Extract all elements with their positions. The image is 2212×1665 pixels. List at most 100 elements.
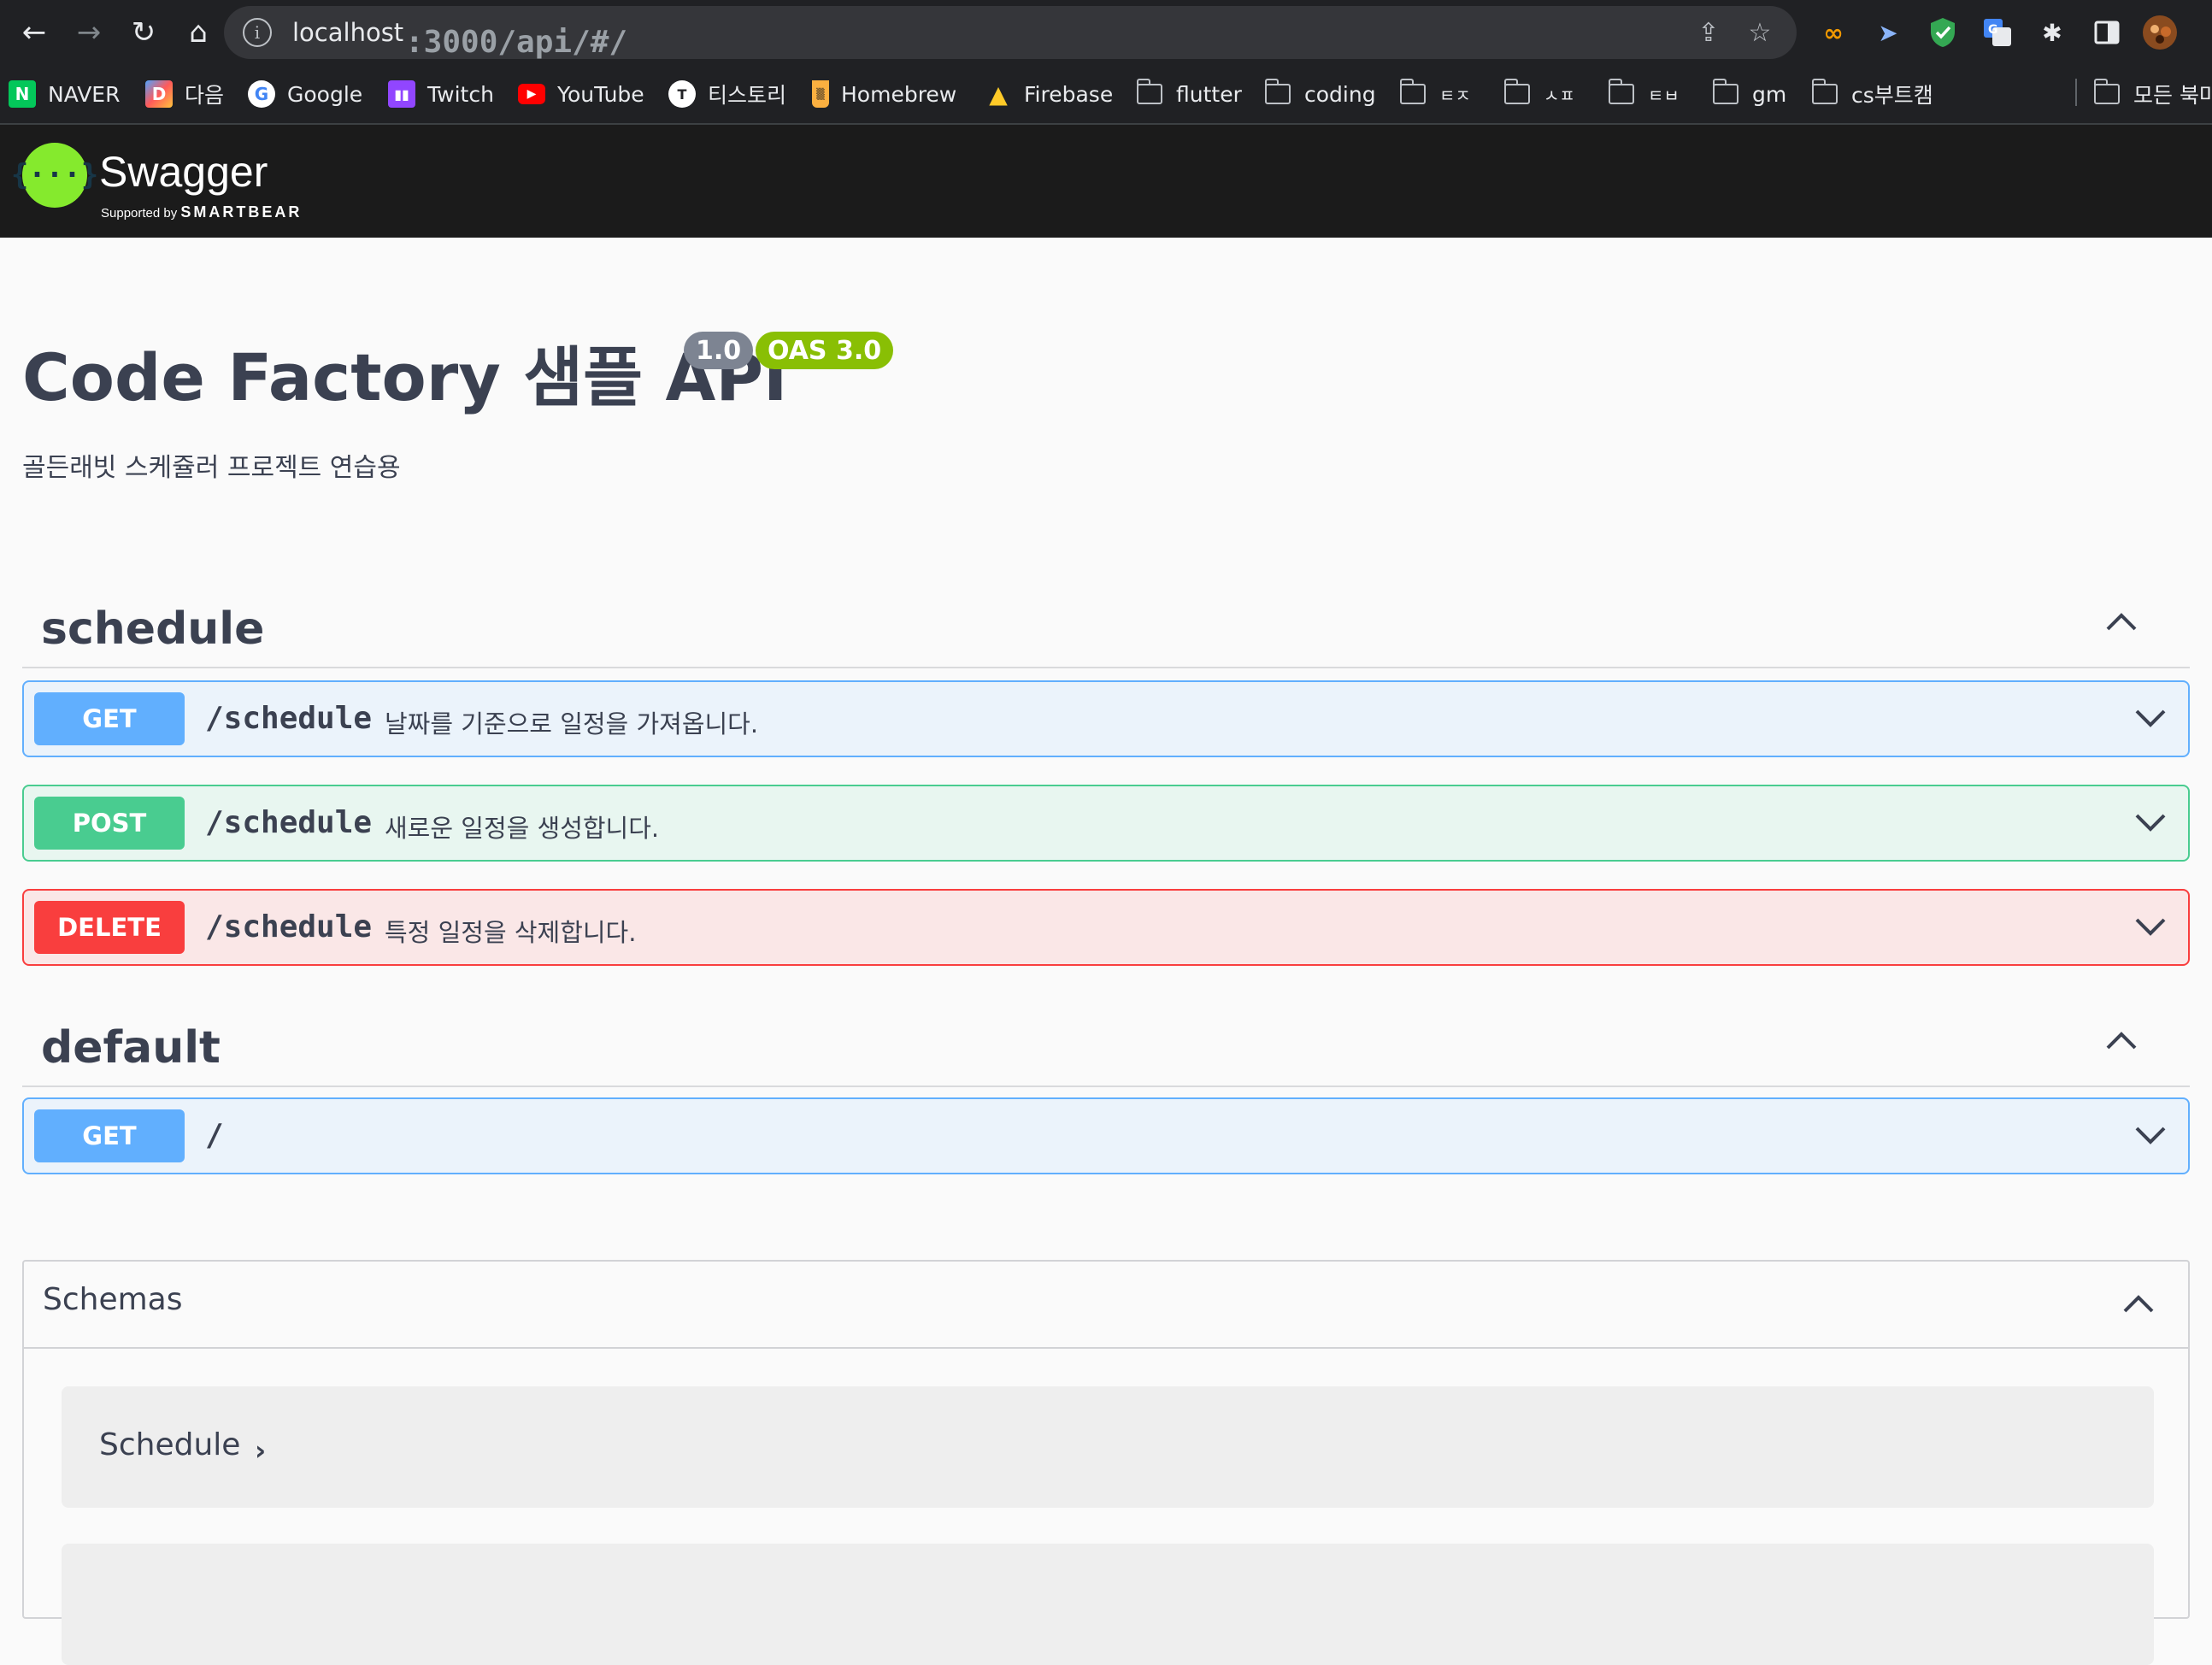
- bookmark-folder-1[interactable]: ㅌㅈ: [1399, 77, 1471, 111]
- operation-path: /schedule: [205, 909, 373, 944]
- bookmark-folder-cs[interactable]: cs부트캠: [1811, 77, 1933, 111]
- folder-icon: [2093, 79, 2120, 104]
- bookmark-daum[interactable]: D 다음: [145, 77, 224, 111]
- swagger-topbar: {···} Swagger Supported by SMARTBEAR: [0, 125, 2212, 238]
- operation-post-schedule[interactable]: POST /schedule 새로운 일정을 생성합니다.: [22, 785, 2190, 862]
- tistory-icon: T: [668, 80, 696, 108]
- url-text[interactable]: localhost:3000/api/#/: [292, 18, 627, 60]
- folder-icon: [1712, 79, 1738, 104]
- youtube-icon: ▶: [518, 84, 545, 104]
- extensions-puzzle-icon[interactable]: ✱: [2034, 15, 2070, 50]
- naver-icon: N: [9, 80, 36, 108]
- tag-name: default: [41, 1022, 221, 1074]
- bookmark-other[interactable]: 모든 북마: [2093, 77, 2212, 111]
- bookmark-label: cs부트캠: [1851, 83, 1933, 108]
- bookmark-label: 다음: [185, 83, 225, 108]
- operation-path: /schedule: [205, 701, 373, 736]
- home-icon[interactable]: ⌂: [179, 14, 217, 51]
- bookmark-label: Firebase: [1024, 81, 1114, 107]
- bookmark-google[interactable]: G Google: [248, 77, 362, 111]
- bookmarks-bar: N NAVER D 다음 G Google ▮▮ Twitch ▶ YouTub…: [0, 65, 2212, 125]
- side-panel-icon[interactable]: [2089, 15, 2125, 50]
- chevron-up-icon[interactable]: [2103, 1022, 2140, 1060]
- google-icon: G: [248, 80, 275, 108]
- folder-icon: [1264, 79, 1291, 104]
- bookmark-label: 모든 북마: [2133, 83, 2212, 108]
- version-badge: 1.0: [684, 332, 754, 369]
- bookmark-label: ㅅㅍ: [1544, 85, 1575, 106]
- forward-icon[interactable]: →: [70, 14, 108, 51]
- bookmark-label: coding: [1304, 81, 1376, 107]
- bookmark-tistory[interactable]: T 티스토리: [668, 77, 786, 111]
- extension-infinity-icon[interactable]: ∞: [1815, 15, 1851, 50]
- bookmark-label: ㅌㅈ: [1439, 85, 1471, 106]
- homebrew-icon: ▒: [812, 80, 829, 108]
- tag-default[interactable]: default: [22, 997, 2190, 1087]
- chevron-down-icon[interactable]: [2132, 1116, 2169, 1154]
- bookmark-folder-2[interactable]: ㅅㅍ: [1503, 77, 1575, 111]
- chevron-down-icon[interactable]: [2132, 699, 2169, 737]
- folder-icon: [1136, 79, 1162, 104]
- bookmark-naver[interactable]: N NAVER: [9, 77, 120, 111]
- back-icon[interactable]: ←: [15, 14, 53, 51]
- chevron-up-icon[interactable]: [2120, 1286, 2157, 1323]
- reload-icon[interactable]: ↻: [125, 14, 162, 51]
- bookmark-homebrew[interactable]: ▒ Homebrew: [812, 77, 956, 111]
- bookmark-star-icon[interactable]: ☆: [1744, 16, 1776, 49]
- bookmark-label: 티스토리: [708, 83, 787, 108]
- chevron-right-icon[interactable]: ›: [255, 1434, 266, 1467]
- method-badge: GET: [34, 692, 185, 745]
- operation-summary: 날짜를 기준으로 일정을 가져옵니다.: [385, 709, 759, 738]
- bookmark-label: Google: [287, 81, 363, 107]
- bookmark-firebase[interactable]: ▲ Firebase: [985, 77, 1113, 111]
- bookmark-youtube[interactable]: ▶ YouTube: [518, 77, 644, 111]
- tag-name: schedule: [41, 603, 265, 655]
- smartbear-brand: SMARTBEAR: [180, 203, 303, 221]
- operation-summary: 특정 일정을 삭제합니다.: [385, 918, 637, 947]
- swagger-logo-icon[interactable]: {···}: [11, 143, 98, 208]
- method-badge: POST: [34, 797, 185, 850]
- browser-toolbar: ← → ↻ ⌂ i localhost:3000/api/#/ ⇪ ☆ ∞ ➤ …: [0, 0, 2212, 65]
- operation-get-schedule[interactable]: GET /schedule 날짜를 기준으로 일정을 가져옵니다.: [22, 680, 2190, 757]
- bookmark-label: Homebrew: [841, 81, 957, 107]
- bookmark-twitch[interactable]: ▮▮ Twitch: [388, 77, 494, 111]
- twitch-icon: ▮▮: [388, 80, 415, 108]
- folder-icon: [1811, 79, 1838, 104]
- site-info-icon[interactable]: i: [243, 18, 272, 47]
- swagger-logo-text[interactable]: Swagger: [99, 147, 268, 197]
- bookmark-folder-flutter[interactable]: flutter: [1136, 77, 1242, 111]
- bookmark-label: flutter: [1176, 81, 1242, 107]
- bookmark-folder-3[interactable]: ㅌㅂ: [1608, 77, 1680, 111]
- supported-by: Supported by: [101, 206, 178, 221]
- operation-path: /: [205, 1118, 224, 1153]
- folder-icon: [1608, 79, 1634, 104]
- bookmark-folder-coding[interactable]: coding: [1264, 77, 1376, 111]
- bookmark-folder-gm[interactable]: gm: [1712, 77, 1787, 111]
- chevron-down-icon[interactable]: [2132, 803, 2169, 841]
- model-placeholder: [62, 1544, 2154, 1665]
- profile-avatar[interactable]: [2142, 15, 2178, 50]
- bookmarks-separator: [2075, 79, 2077, 106]
- schemas-header[interactable]: Schemas: [24, 1262, 2188, 1349]
- extension-cursor-icon[interactable]: ➤: [1870, 15, 1906, 50]
- extension-shield-icon[interactable]: [1925, 15, 1961, 50]
- bookmark-label: gm: [1752, 81, 1787, 107]
- api-title: Code Factory 샘플 API: [22, 339, 788, 415]
- folder-icon: [1399, 79, 1426, 104]
- operation-delete-schedule[interactable]: DELETE /schedule 특정 일정을 삭제합니다.: [22, 889, 2190, 966]
- extension-translate-icon[interactable]: G: [1980, 15, 2015, 50]
- tag-schedule[interactable]: schedule: [22, 578, 2190, 668]
- bookmark-label: NAVER: [48, 81, 121, 107]
- svg-text:G: G: [1988, 23, 1998, 37]
- chevron-down-icon[interactable]: [2132, 908, 2169, 945]
- method-badge: GET: [34, 1109, 185, 1162]
- model-schedule[interactable]: Schedule ›: [62, 1386, 2154, 1508]
- share-icon[interactable]: ⇪: [1692, 16, 1725, 49]
- schemas-section: Schemas Schedule ›: [22, 1260, 2190, 1665]
- bookmark-label: ㅌㅂ: [1648, 85, 1680, 106]
- model-name: Schedule: [99, 1427, 241, 1462]
- operation-get-root[interactable]: GET /: [22, 1097, 2190, 1174]
- operation-summary: 새로운 일정을 생성합니다.: [385, 814, 660, 843]
- chevron-up-icon[interactable]: [2103, 603, 2140, 641]
- address-bar[interactable]: i localhost:3000/api/#/ ⇪ ☆: [224, 6, 1797, 60]
